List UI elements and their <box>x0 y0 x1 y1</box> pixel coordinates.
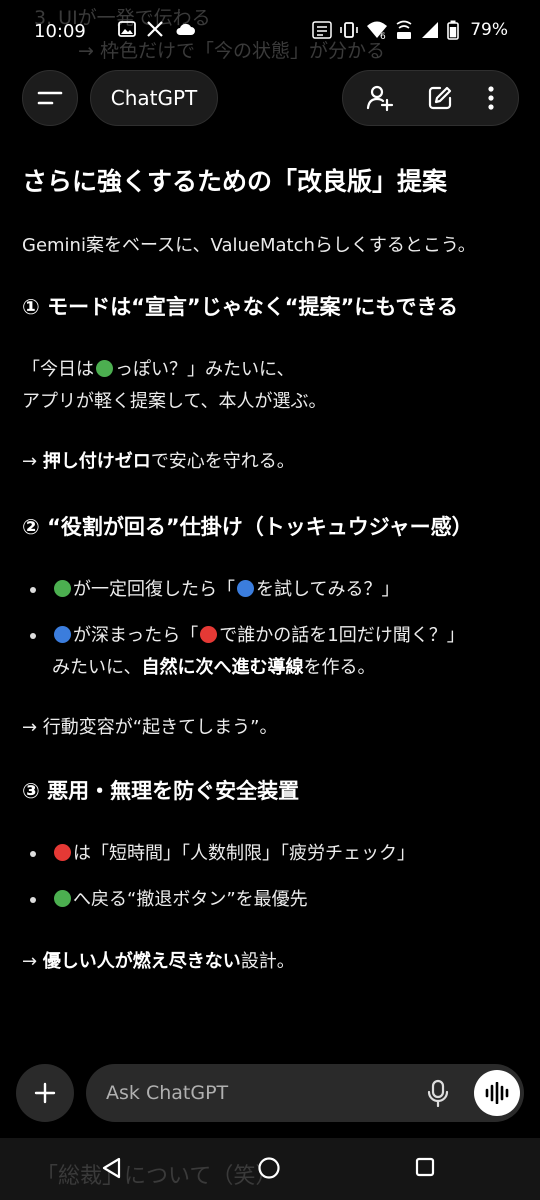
status-time: 10:09 <box>34 21 86 42</box>
section-3-heading: ③ 悪用・無理を防ぐ安全装置 <box>22 779 300 803</box>
gallery-icon <box>118 21 136 37</box>
more-vertical-icon[interactable] <box>486 85 496 111</box>
edit-icon[interactable] <box>427 85 453 111</box>
section-2-heading: ② “役割が回る”仕掛け（トッキュウジャー感） <box>22 515 473 539</box>
attach-button[interactable] <box>16 1064 74 1122</box>
background-ghost-line3: 「総裁」について（笑） <box>36 1164 278 1189</box>
toolbar-actions <box>342 70 519 126</box>
list-item: が深まったら「 で誰かの話を1回だけ聞く？」 みたいに、自然に次へ進む導線を作る。 <box>26 620 518 684</box>
green-circle-icon <box>54 580 71 597</box>
add-person-icon[interactable] <box>366 84 394 112</box>
red-circle-icon <box>200 626 218 643</box>
blue-circle-icon <box>54 626 71 643</box>
status-bar: 10:09 6 79% <box>0 0 540 64</box>
section-1-heading: ① モードは“宣言”じゃなく“提案”にもできる <box>22 295 459 319</box>
section-3-conclusion: → 優しい人が燃え尽きない設計。 <box>22 951 295 972</box>
assistant-message: さらに強くするための「改良版」提案 Gemini案をベースに、ValueMatc… <box>22 160 518 978</box>
list-item: は「短時間」「人数制限」「疲労チェック」 <box>26 838 518 870</box>
system-nav-bar: 「総裁」について（笑） <box>0 1138 540 1200</box>
menu-button[interactable] <box>22 70 78 126</box>
section-1-conclusion: → 押し付けゼロで安心を守れる。 <box>22 451 295 472</box>
red-circle-icon <box>54 844 71 861</box>
message-input[interactable] <box>106 1064 406 1122</box>
auto-hd-icon <box>312 20 332 40</box>
green-circle-icon <box>96 360 113 377</box>
blue-circle-icon <box>237 580 254 597</box>
home-icon[interactable] <box>257 1156 281 1180</box>
svg-text:6: 6 <box>380 32 386 40</box>
mic-icon <box>427 1079 449 1107</box>
section-2-conclusion: → 行動変容が“起きてしまう”。 <box>22 717 278 738</box>
voice-mode-button[interactable] <box>474 1070 520 1116</box>
wifi-6-icon: 6 <box>366 20 388 40</box>
x-logo-icon <box>146 20 164 38</box>
back-icon[interactable] <box>100 1156 122 1180</box>
signal-icon <box>420 20 440 40</box>
cloud-icon <box>174 21 196 37</box>
volte-icon <box>395 20 413 40</box>
menu-icon <box>37 89 63 107</box>
message-intro: Gemini案をベースに、ValueMatchらしくするとこう。 <box>22 235 476 256</box>
plus-icon <box>33 1081 57 1105</box>
voice-mode-icon <box>484 1082 510 1104</box>
green-circle-icon <box>54 890 71 907</box>
battery-icon <box>447 20 460 40</box>
message-heading: さらに強くするための「改良版」提案 <box>22 167 448 196</box>
mic-button[interactable] <box>422 1077 454 1109</box>
section-1-paragraph: 「今日は っぽい？」みたいに、 アプリが軽く提案して、本人が選ぶ。 <box>22 359 327 412</box>
recents-icon[interactable] <box>414 1156 436 1178</box>
composer <box>86 1064 524 1122</box>
battery-percent: 79% <box>470 20 508 40</box>
list-item: へ戻る“撤退ボタン”を最優先 <box>26 884 518 916</box>
model-selector-button[interactable]: ChatGPT <box>90 70 218 126</box>
vibrate-icon <box>339 20 359 40</box>
list-item: が一定回復したら「 を試してみる？」 <box>26 574 518 606</box>
